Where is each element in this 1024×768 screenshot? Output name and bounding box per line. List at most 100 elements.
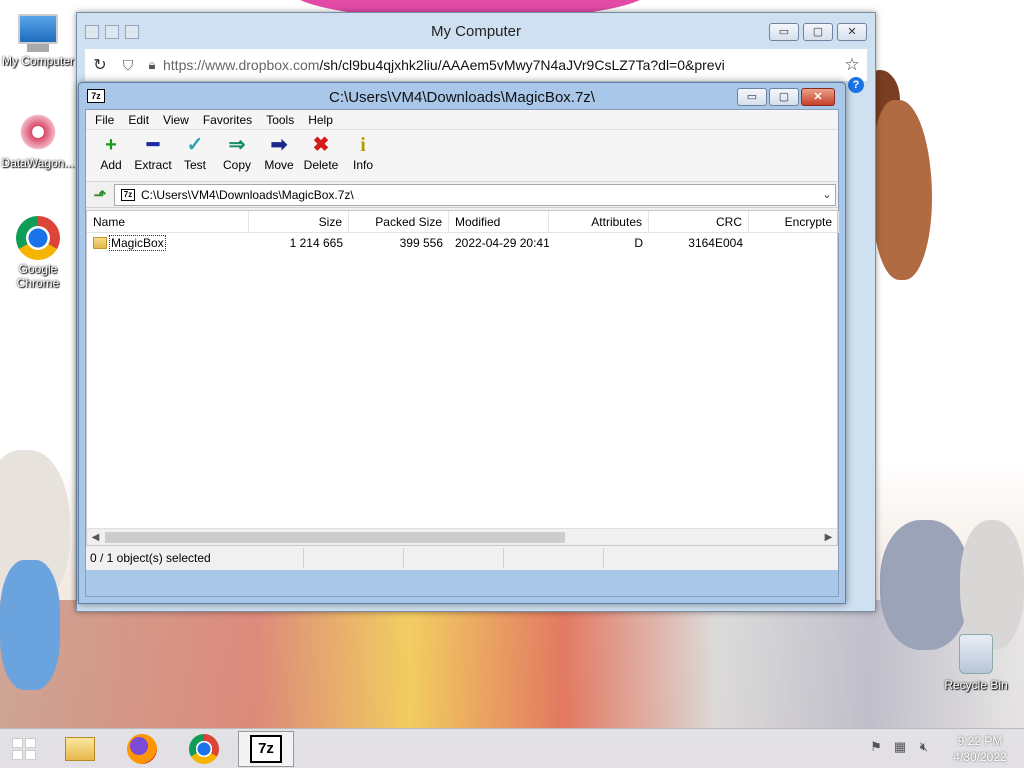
close-button[interactable]: ✕ bbox=[801, 88, 835, 106]
archive-icon: 7z bbox=[121, 188, 135, 201]
path-combobox[interactable]: 7z C:\Users\VM4\Downloads\MagicBox.7z\ ⌄ bbox=[114, 183, 836, 206]
chrome-icon bbox=[16, 216, 60, 260]
computer-icon bbox=[18, 14, 58, 44]
lock-icon[interactable]: 🔒︎ bbox=[141, 57, 163, 73]
clock-time: 9:22 PM bbox=[957, 734, 1003, 748]
extract-button[interactable]: ━ Extract bbox=[132, 130, 174, 172]
folder-up-icon[interactable]: ⬏ bbox=[86, 186, 114, 204]
menu-tools[interactable]: Tools bbox=[259, 110, 301, 130]
scroll-right-icon[interactable]: ▶ bbox=[820, 529, 837, 546]
sevenzip-title-bar[interactable]: 7z C:\Users\VM4\Downloads\MagicBox.7z\ ▭… bbox=[79, 83, 845, 109]
column-header-attributes[interactable]: Attributes bbox=[549, 211, 649, 233]
system-tray: ⚑ ▦ 🔇︎ bbox=[868, 739, 932, 755]
item-size: 1 214 665 bbox=[289, 236, 343, 250]
taskbar-chrome[interactable] bbox=[176, 731, 232, 767]
chevron-down-icon[interactable]: ⌄ bbox=[819, 188, 835, 201]
maximize-button[interactable]: ▢ bbox=[803, 23, 833, 41]
add-button[interactable]: + Add bbox=[90, 130, 132, 172]
wallpaper-shape bbox=[880, 520, 970, 650]
info-icon: i bbox=[360, 134, 366, 156]
minimize-button[interactable]: ▭ bbox=[737, 88, 767, 106]
test-button[interactable]: ✓ Test bbox=[174, 130, 216, 172]
menu-help[interactable]: Help bbox=[301, 110, 340, 130]
status-bar: 0 / 1 object(s) selected bbox=[86, 546, 838, 570]
menu-view[interactable]: View bbox=[156, 110, 196, 130]
browser-title-bar[interactable]: My Computer ▭ ▢ ✕ bbox=[77, 13, 875, 45]
move-icon: ➡ bbox=[270, 134, 288, 156]
action-center-icon[interactable]: ⚑ bbox=[868, 739, 884, 755]
column-header-size[interactable]: Size bbox=[249, 211, 349, 233]
desktop-icon-label: DataWagon... bbox=[1, 156, 75, 170]
info-button[interactable]: i Info bbox=[342, 130, 384, 172]
maximize-button[interactable]: ▢ bbox=[769, 88, 799, 106]
folder-icon bbox=[93, 237, 107, 249]
column-header-packed-size[interactable]: Packed Size bbox=[349, 211, 449, 233]
copy-button[interactable]: ⇒ Copy bbox=[216, 130, 258, 172]
taskbar-7zip[interactable]: 7z bbox=[238, 731, 294, 767]
item-encrypted bbox=[749, 233, 839, 253]
taskbar-file-explorer[interactable] bbox=[52, 731, 108, 767]
taskbar: 7z ⚑ ▦ 🔇︎ 9:22 PM 4/30/2022 bbox=[0, 728, 1024, 768]
sevenzip-icon: 7z bbox=[250, 735, 282, 763]
status-segment bbox=[404, 548, 504, 568]
address-bar[interactable]: ↻ ⛉ 🔒︎ https://www.dropbox.com/sh/cl9bu4… bbox=[85, 49, 867, 81]
delete-button[interactable]: ✖ Delete bbox=[300, 130, 342, 172]
wallpaper-shape bbox=[872, 100, 932, 280]
item-name[interactable]: MagicBox bbox=[109, 235, 166, 251]
column-header-name[interactable]: Name bbox=[87, 211, 249, 233]
column-header-encrypted[interactable]: Encrypte bbox=[749, 211, 839, 233]
sevenzip-window[interactable]: 7z C:\Users\VM4\Downloads\MagicBox.7z\ ▭… bbox=[78, 82, 846, 604]
wallpaper-characters bbox=[0, 600, 1024, 728]
wallpaper-shape bbox=[0, 560, 60, 690]
file-list[interactable]: Name Size Packed Size Modified Attribute… bbox=[86, 210, 839, 546]
desktop-icon-label: Recycle Bin bbox=[944, 678, 1008, 692]
status-selection: 0 / 1 object(s) selected bbox=[86, 548, 304, 568]
column-header-crc[interactable]: CRC bbox=[649, 211, 749, 233]
desktop-icon-label: My Computer bbox=[1, 54, 75, 68]
list-header: Name Size Packed Size Modified Attribute… bbox=[87, 211, 839, 233]
path-bar: ⬏ 7z C:\Users\VM4\Downloads\MagicBox.7z\… bbox=[86, 182, 838, 208]
path-text[interactable]: C:\Users\VM4\Downloads\MagicBox.7z\ bbox=[141, 188, 819, 202]
file-explorer-icon bbox=[65, 737, 95, 761]
list-item[interactable]: MagicBox 1 214 665 399 556 2022-04-29 20… bbox=[87, 233, 837, 253]
taskbar-firefox[interactable] bbox=[114, 731, 170, 767]
close-button[interactable]: ✕ bbox=[837, 23, 867, 41]
network-icon[interactable]: ▦ bbox=[892, 739, 908, 755]
menu-favorites[interactable]: Favorites bbox=[196, 110, 259, 130]
recycle-bin-icon bbox=[959, 634, 993, 674]
horizontal-scrollbar[interactable]: ◀ ▶ bbox=[87, 528, 837, 545]
scrollbar-thumb[interactable] bbox=[105, 532, 565, 543]
window-title: My Computer bbox=[430, 23, 522, 40]
delete-icon: ✖ bbox=[312, 134, 330, 156]
firefox-icon bbox=[127, 734, 157, 764]
desktop-icon-recycle-bin[interactable]: Recycle Bin bbox=[936, 634, 1016, 692]
move-button[interactable]: ➡ Move bbox=[258, 130, 300, 172]
desktop-icon-google-chrome[interactable]: Google Chrome bbox=[0, 216, 76, 290]
toolbar: + Add ━ Extract ✓ Test ⇒ Copy ➡ Move ✖ D… bbox=[86, 130, 838, 182]
scroll-left-icon[interactable]: ◀ bbox=[87, 529, 104, 546]
desktop-icon-datawagon[interactable]: DataWagon... bbox=[0, 112, 76, 170]
shield-icon[interactable]: ⛉ bbox=[115, 57, 141, 74]
item-modified: 2022-04-29 20:41 bbox=[455, 236, 549, 250]
item-packed-size: 399 556 bbox=[399, 236, 443, 250]
desktop-icon-label: Google Chrome bbox=[16, 262, 60, 290]
clock[interactable]: 9:22 PM 4/30/2022 bbox=[940, 733, 1020, 765]
minimize-button[interactable]: ▭ bbox=[769, 23, 799, 41]
datawagon-icon bbox=[18, 112, 58, 152]
menu-edit[interactable]: Edit bbox=[121, 110, 156, 130]
clock-date: 4/30/2022 bbox=[953, 750, 1007, 764]
copy-icon: ⇒ bbox=[228, 134, 246, 156]
status-segment bbox=[504, 548, 604, 568]
start-button[interactable] bbox=[0, 729, 48, 768]
status-segment bbox=[304, 548, 404, 568]
menu-file[interactable]: File bbox=[88, 110, 121, 130]
help-icon[interactable]: ? bbox=[848, 77, 864, 93]
url-text[interactable]: https://www.dropbox.com/sh/cl9bu4qjxhk2l… bbox=[163, 57, 837, 73]
item-attributes: D bbox=[634, 236, 643, 250]
desktop-icon-my-computer[interactable]: My Computer bbox=[0, 10, 76, 68]
bookmark-star-icon[interactable]: ☆ bbox=[837, 55, 867, 75]
window-title: C:\Users\VM4\Downloads\MagicBox.7z\ bbox=[329, 89, 595, 106]
column-header-modified[interactable]: Modified bbox=[449, 211, 549, 233]
volume-muted-icon[interactable]: 🔇︎ bbox=[916, 739, 932, 755]
refresh-icon[interactable]: ↻ bbox=[85, 55, 115, 75]
